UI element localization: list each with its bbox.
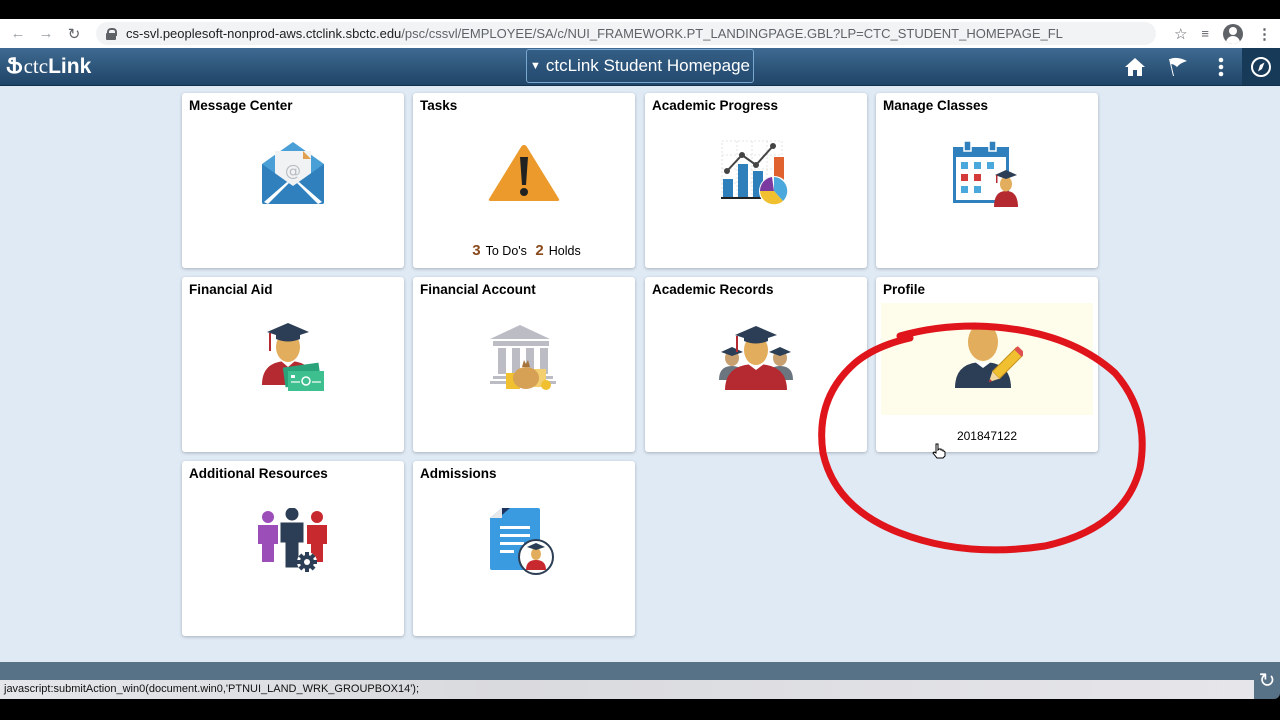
homepage-selector-label: ctcLink Student Homepage [545, 56, 750, 75]
screen-bottom-border [0, 699, 1280, 720]
url-host: cs-svl.peoplesoft-nonprod-aws.ctclink.sb… [126, 26, 402, 41]
logo-swirl-icon: Ֆ [6, 55, 23, 78]
tile-academic-progress[interactable]: Academic Progress [645, 93, 867, 268]
media-queue-icon[interactable]: ≡ [1201, 26, 1209, 41]
flag-icon [1168, 57, 1187, 76]
profile-avatar-icon[interactable] [1223, 23, 1243, 44]
logo-text-link: Link [48, 54, 92, 78]
tile-admissions[interactable]: Admissions [413, 461, 635, 636]
browser-toolbar: ← → ↻ cs-svl.peoplesoft-nonprod-aws.ctcl… [0, 19, 1280, 48]
screen-top-border [0, 0, 1280, 19]
tile-title: Financial Aid [189, 282, 273, 297]
tile-additional-resources[interactable]: Additional Resources [182, 461, 404, 636]
todos-count: 3 [472, 242, 481, 259]
tile-financial-aid[interactable]: Financial Aid [182, 277, 404, 452]
logo-text-ctc: ctc [23, 54, 49, 78]
hand-cursor-icon [932, 443, 946, 459]
document-student-icon [490, 508, 554, 575]
tile-title: Manage Classes [883, 98, 989, 113]
notifications-button[interactable] [1156, 48, 1199, 85]
people-gear-icon [258, 508, 327, 572]
graduate-money-icon [262, 323, 324, 391]
graduates-icon [719, 326, 793, 390]
student-id: 201847122 [956, 429, 1018, 443]
home-icon [1124, 57, 1145, 76]
page-footer-bar [0, 662, 1280, 680]
refresh-button[interactable]: ↻ [1254, 662, 1280, 699]
envelope-icon: @ [262, 142, 324, 204]
holds-count: 2 [535, 242, 544, 259]
tile-title: Academic Progress [652, 98, 779, 113]
tile-manage-classes[interactable]: Manage Classes [876, 93, 1098, 268]
back-icon[interactable]: ← [4, 25, 32, 42]
ctclink-logo: Ֆ ctc Link [6, 54, 91, 79]
chart-icon [721, 140, 789, 206]
homepage-selector[interactable]: ▼ ctcLink Student Homepage [526, 49, 754, 83]
status-bar-text: javascript:submitAction_win0(document.wi… [4, 683, 420, 695]
more-menu-icon[interactable]: ⋮ [1257, 25, 1272, 43]
warning-icon [488, 145, 560, 201]
tile-academic-records[interactable]: Academic Records [645, 277, 867, 452]
svg-text:@: @ [285, 161, 301, 180]
holds-label: Holds [548, 244, 581, 258]
tile-title: Profile [883, 282, 926, 297]
tile-title: Message Center [189, 98, 293, 113]
tile-title: Tasks [420, 98, 458, 113]
profile-edit-icon [955, 323, 1023, 388]
navbar-compass-icon [1251, 56, 1271, 77]
caret-down-icon: ▼ [529, 60, 541, 72]
app-header: Ֆ ctc Link ▼ ctcLink Student Homepage [0, 48, 1280, 86]
tile-title: Additional Resources [189, 466, 328, 481]
reload-icon[interactable]: ↻ [60, 25, 88, 43]
tile-title: Academic Records [652, 282, 774, 297]
lock-icon [106, 27, 117, 40]
address-bar[interactable]: cs-svl.peoplesoft-nonprod-aws.ctclink.sb… [96, 22, 1156, 45]
refresh-icon: ↻ [1258, 670, 1276, 692]
homepage-content: Message Center @ Tasks 3 To Do's 2 Holds… [0, 86, 1280, 662]
star-icon[interactable]: ☆ [1174, 25, 1187, 43]
tile-profile[interactable]: Profile 201847122 [876, 277, 1098, 452]
forward-icon[interactable]: → [32, 25, 60, 42]
url-path: /psc/cssvl/EMPLOYEE/SA/c/NUI_FRAMEWORK.P… [401, 26, 1063, 41]
actions-menu-icon [1218, 57, 1223, 76]
tile-financial-account[interactable]: Financial Account [413, 277, 635, 452]
browser-status-bar: javascript:submitAction_win0(document.wi… [0, 680, 1254, 699]
todos-label: To Do's [485, 244, 527, 258]
tile-title: Financial Account [420, 282, 536, 297]
bank-icon [490, 325, 556, 390]
navbar-button[interactable] [1242, 48, 1280, 85]
tile-message-center[interactable]: Message Center @ [182, 93, 404, 268]
calendar-student-icon [953, 140, 1018, 207]
tile-tasks[interactable]: Tasks 3 To Do's 2 Holds [413, 93, 635, 268]
tile-title: Admissions [420, 466, 497, 481]
tasks-summary: 3 To Do's 2 Holds [413, 242, 635, 259]
actions-menu-button[interactable] [1199, 48, 1242, 85]
home-button[interactable] [1113, 48, 1156, 85]
